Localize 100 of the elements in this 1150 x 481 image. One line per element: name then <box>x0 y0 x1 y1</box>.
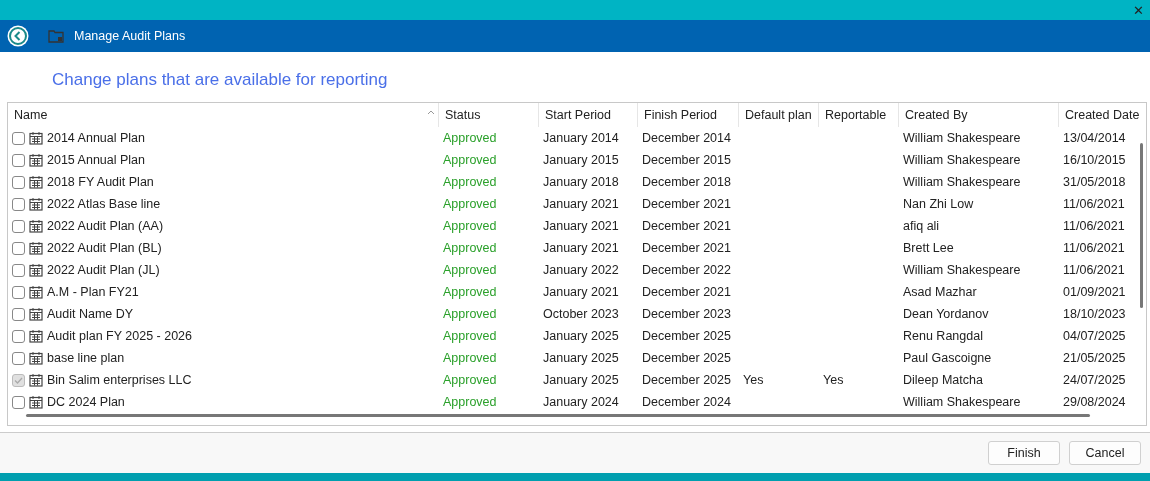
back-button[interactable] <box>6 24 30 48</box>
table-cell-text: 11/06/2021 <box>1062 196 1126 213</box>
table-cell-text: afiq ali <box>902 218 941 235</box>
plan-name: base line plan <box>47 351 125 365</box>
checkbox[interactable] <box>12 153 25 167</box>
column-header[interactable]: Default plan <box>739 103 819 127</box>
checkbox[interactable] <box>12 131 25 145</box>
table-cell-text: January 2021 <box>542 196 620 213</box>
table-cell-text: December 2023 <box>641 306 732 323</box>
table-cell-text: 13/04/2014 <box>1062 130 1127 147</box>
dialog-button[interactable]: Finish <box>988 441 1060 465</box>
table-cell-text: Dean Yordanov <box>902 306 990 323</box>
calendar-icon <box>29 131 43 145</box>
table-cell-text: William Shakespeare <box>902 262 1022 279</box>
table-cell-text: January 2021 <box>542 218 620 235</box>
calendar-icon <box>29 307 43 321</box>
status-text: Approved <box>442 350 498 367</box>
calendar-icon <box>29 197 43 211</box>
plan-name: 2015 Annual Plan <box>47 153 145 167</box>
table-cell-text: 11/06/2021 <box>1062 240 1126 257</box>
table-cell-text: William Shakespeare <box>902 130 1022 147</box>
table-cell-text: January 2025 <box>542 350 620 367</box>
table-cell-text: 11/06/2021 <box>1062 218 1126 235</box>
table-cell-text: December 2021 <box>641 196 732 213</box>
table-cell-text: January 2025 <box>542 328 620 345</box>
table-cell-text: Dileep Matcha <box>902 372 984 389</box>
status-text: Approved <box>442 174 498 191</box>
column-header[interactable]: Created Date <box>1059 103 1146 127</box>
calendar-icon <box>29 351 43 365</box>
checkbox[interactable] <box>12 175 25 189</box>
status-text: Approved <box>442 372 498 389</box>
status-text: Approved <box>442 152 498 169</box>
checkbox[interactable] <box>12 263 25 277</box>
table-cell-text: 18/10/2023 <box>1062 306 1127 323</box>
plan-name: Audit Name DY <box>47 307 134 321</box>
table-cell-text: October 2023 <box>542 306 620 323</box>
calendar-icon <box>29 175 43 189</box>
calendar-icon <box>29 373 43 387</box>
table-cell-text: Renu Rangdal <box>902 328 984 345</box>
plan-name: Audit plan FY 2025 - 2026 <box>47 329 192 343</box>
plan-name: 2014 Annual Plan <box>47 131 145 145</box>
table-cell-text: Brett Lee <box>902 240 955 257</box>
column-header[interactable]: Finish Period <box>638 103 739 127</box>
column-header[interactable]: Status <box>439 103 539 127</box>
table-cell-text: December 2021 <box>641 240 732 257</box>
plan-name: DC 2024 Plan <box>47 395 125 409</box>
table-cell-text: January 2018 <box>542 174 620 191</box>
table-cell-text: December 2021 <box>641 218 732 235</box>
checkbox[interactable] <box>12 197 25 211</box>
table-cell-text: Yes <box>742 372 765 389</box>
table-cell-text: William Shakespeare <box>902 152 1022 169</box>
folder-icon <box>48 29 64 43</box>
horizontal-scrollbar[interactable] <box>26 414 1090 417</box>
column-header[interactable]: Created By <box>899 103 1059 127</box>
table-cell-text: December 2014 <box>641 130 732 147</box>
table-cell-text: January 2021 <box>542 284 620 301</box>
checkbox[interactable] <box>12 307 25 321</box>
table-cell-text: Paul Gascoigne <box>902 350 993 367</box>
close-button[interactable]: ✕ <box>1127 0 1150 20</box>
plan-name: 2022 Audit Plan (JL) <box>47 263 160 277</box>
dialog-button[interactable]: Cancel <box>1069 441 1141 465</box>
table-cell-text: January 2025 <box>542 372 620 389</box>
table-cell-text: 01/09/2021 <box>1062 284 1127 301</box>
checkbox[interactable] <box>12 351 25 365</box>
table-cell-text: January 2014 <box>542 130 620 147</box>
table-cell-text: Asad Mazhar <box>902 284 978 301</box>
calendar-icon <box>29 263 43 277</box>
checkbox[interactable] <box>12 219 25 233</box>
table-cell-text: December 2025 <box>641 372 732 389</box>
calendar-icon <box>29 329 43 343</box>
calendar-icon <box>29 285 43 299</box>
status-text: Approved <box>442 328 498 345</box>
column-header[interactable]: Name <box>8 103 439 127</box>
status-text: Approved <box>442 262 498 279</box>
table-cell-text: December 2018 <box>641 174 732 191</box>
table-cell-text: January 2021 <box>542 240 620 257</box>
table-cell-text: 16/10/2015 <box>1062 152 1127 169</box>
column-header[interactable]: Reportable <box>819 103 899 127</box>
calendar-icon <box>29 153 43 167</box>
table-cell-text: 21/05/2025 <box>1062 350 1127 367</box>
checkbox[interactable] <box>12 395 25 409</box>
checkbox[interactable] <box>12 241 25 255</box>
column-header[interactable]: Start Period <box>539 103 638 127</box>
table-cell-text: William Shakespeare <box>902 394 1022 411</box>
page-heading: Change plans that are available for reporting <box>52 70 389 90</box>
status-text: Approved <box>442 218 498 235</box>
checkbox[interactable] <box>12 329 25 343</box>
table-cell-text: Nan Zhi Low <box>902 196 975 213</box>
status-text: Approved <box>442 240 498 257</box>
table-cell-text: January 2022 <box>542 262 620 279</box>
plan-name: 2022 Atlas Base line <box>47 197 161 211</box>
checkbox[interactable] <box>12 285 25 299</box>
table-cell-text: December 2021 <box>641 284 732 301</box>
table-cell-text: William Shakespeare <box>902 174 1022 191</box>
vertical-scrollbar[interactable] <box>1140 143 1143 308</box>
calendar-icon <box>29 395 43 409</box>
plan-name: 2022 Audit Plan (AA) <box>47 219 164 233</box>
table-cell-text: December 2015 <box>641 152 732 169</box>
table-cell-text: January 2015 <box>542 152 620 169</box>
table-cell-text: 11/06/2021 <box>1062 262 1126 279</box>
